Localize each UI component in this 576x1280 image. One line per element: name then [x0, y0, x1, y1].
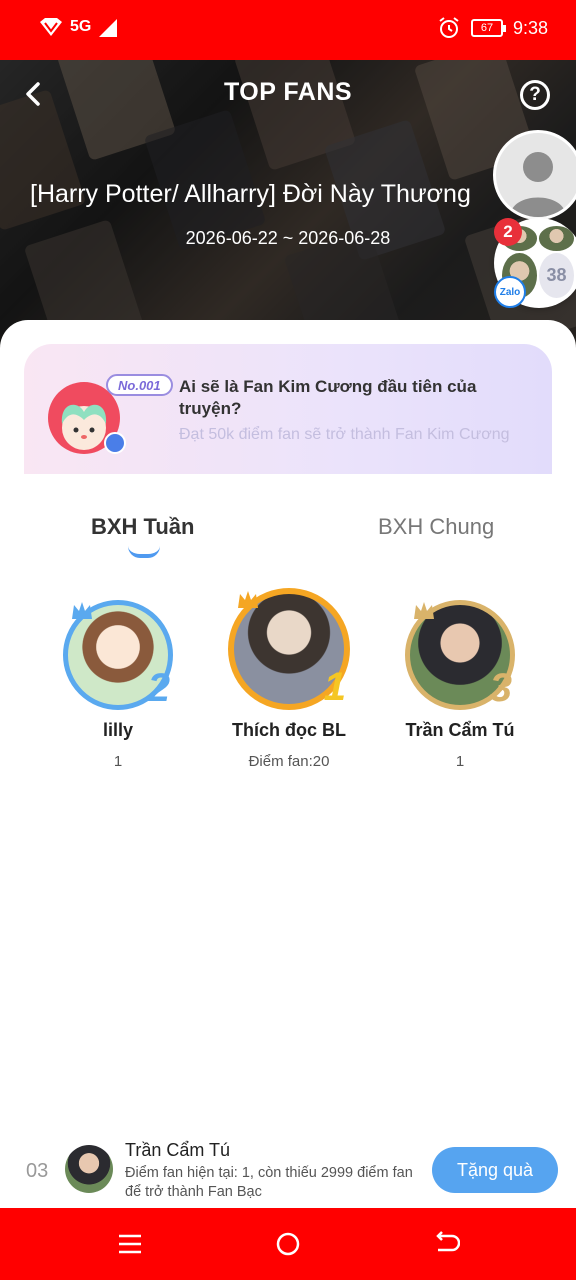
rank-number: 3 — [489, 666, 512, 710]
avatar: 3 — [405, 600, 515, 710]
member-count: 38 — [539, 252, 574, 298]
fan-score: Điểm fan:20 — [248, 753, 330, 770]
floating-profile-avatar[interactable] — [493, 130, 576, 220]
member-avatar — [539, 226, 574, 251]
crown-icon — [72, 602, 92, 619]
fan-score: 1 — [455, 753, 465, 770]
crown-icon — [238, 591, 258, 608]
notification-badge: 2 — [494, 218, 522, 246]
crown-icon — [414, 602, 434, 619]
signal-icon — [99, 19, 118, 37]
active-tab-indicator — [128, 546, 160, 558]
clock: 9:38 — [512, 17, 548, 38]
menu-icon[interactable] — [116, 1230, 144, 1258]
zalo-group-bubble[interactable]: 38 2 Zalo — [494, 218, 576, 308]
my-rank-description: Điểm fan hiện tại: 1, còn thiếu 2999 điể… — [125, 1165, 413, 1200]
my-name: Trần Cẩm Tú — [125, 1140, 231, 1160]
top-fans-podium: 2 lilly 1 1 Thích đọc BL Điểm fan:20 3 T… — [0, 582, 576, 782]
ranking-tabs: BXH Tuần BXH Chung — [0, 510, 576, 570]
status-bar: 5G 67 9:38 — [0, 0, 576, 60]
rank-number: 2 — [147, 666, 170, 710]
tab-overall-ranking[interactable]: BXH Chung — [378, 514, 494, 540]
promo-title: Ai sẽ là Fan Kim Cương đầu tiên của truy… — [179, 377, 477, 418]
number-tag: No.001 — [106, 374, 173, 396]
fan-score: 1 — [113, 753, 123, 770]
fan-name: lilly — [102, 720, 133, 740]
network-type: 5G — [70, 18, 92, 35]
status-left: 5G — [38, 16, 119, 38]
rank-number: 1 — [323, 665, 346, 709]
user-placeholder-icon — [510, 152, 566, 217]
fan-rank-1[interactable]: 1 Thích đọc BL Điểm fan:20 — [199, 588, 379, 770]
my-avatar — [65, 1145, 113, 1193]
content-sheet: No.001 Ai sẽ là Fan Kim Cương đầu tiên c… — [0, 320, 576, 1208]
gift-button[interactable]: Tặng quà — [432, 1147, 558, 1193]
battery-indicator: 67 — [470, 19, 506, 37]
fan-rank-2[interactable]: 2 lilly 1 — [28, 600, 208, 770]
page-title: TOP FANS — [223, 78, 353, 106]
vivo-app-icon — [40, 18, 62, 36]
date-range: 2026-06-22 ~ 2026-06-28 — [185, 228, 391, 248]
tab-weekly-ranking[interactable]: BXH Tuần — [91, 514, 194, 540]
fan-rank-3[interactable]: 3 Trần Cẩm Tú 1 — [370, 600, 550, 770]
diamond-fan-promo[interactable]: No.001 Ai sẽ là Fan Kim Cương đầu tiên c… — [24, 344, 552, 474]
system-nav-bar — [0, 1208, 576, 1280]
my-rank-bar: 03 Trần Cẩm Tú Điểm fan hiện tại: 1, còn… — [0, 1130, 576, 1208]
fan-name: Trần Cẩm Tú — [405, 720, 515, 740]
promo-subtitle: Đạt 50k điểm fan sẽ trở thành Fan Kim Cư… — [179, 426, 510, 443]
home-icon[interactable] — [274, 1230, 302, 1258]
fan-name: Thích đọc BL — [232, 720, 346, 740]
my-rank-position: 03 — [26, 1160, 49, 1182]
alarm-icon — [439, 17, 459, 38]
story-title: [Harry Potter/ Allharry] Đời Này Thương — [30, 180, 471, 208]
status-right: 67 9:38 — [437, 16, 548, 40]
zalo-logo-icon: Zalo — [494, 276, 526, 308]
avatar: 2 — [63, 600, 173, 710]
help-icon[interactable]: ? — [520, 80, 550, 110]
avatar: 1 — [228, 588, 350, 710]
diamond-badge-icon — [104, 432, 126, 454]
header-banner: TOP FANS ? [Harry Potter/ Allharry] Đời … — [0, 60, 576, 350]
back-icon[interactable] — [432, 1230, 460, 1258]
